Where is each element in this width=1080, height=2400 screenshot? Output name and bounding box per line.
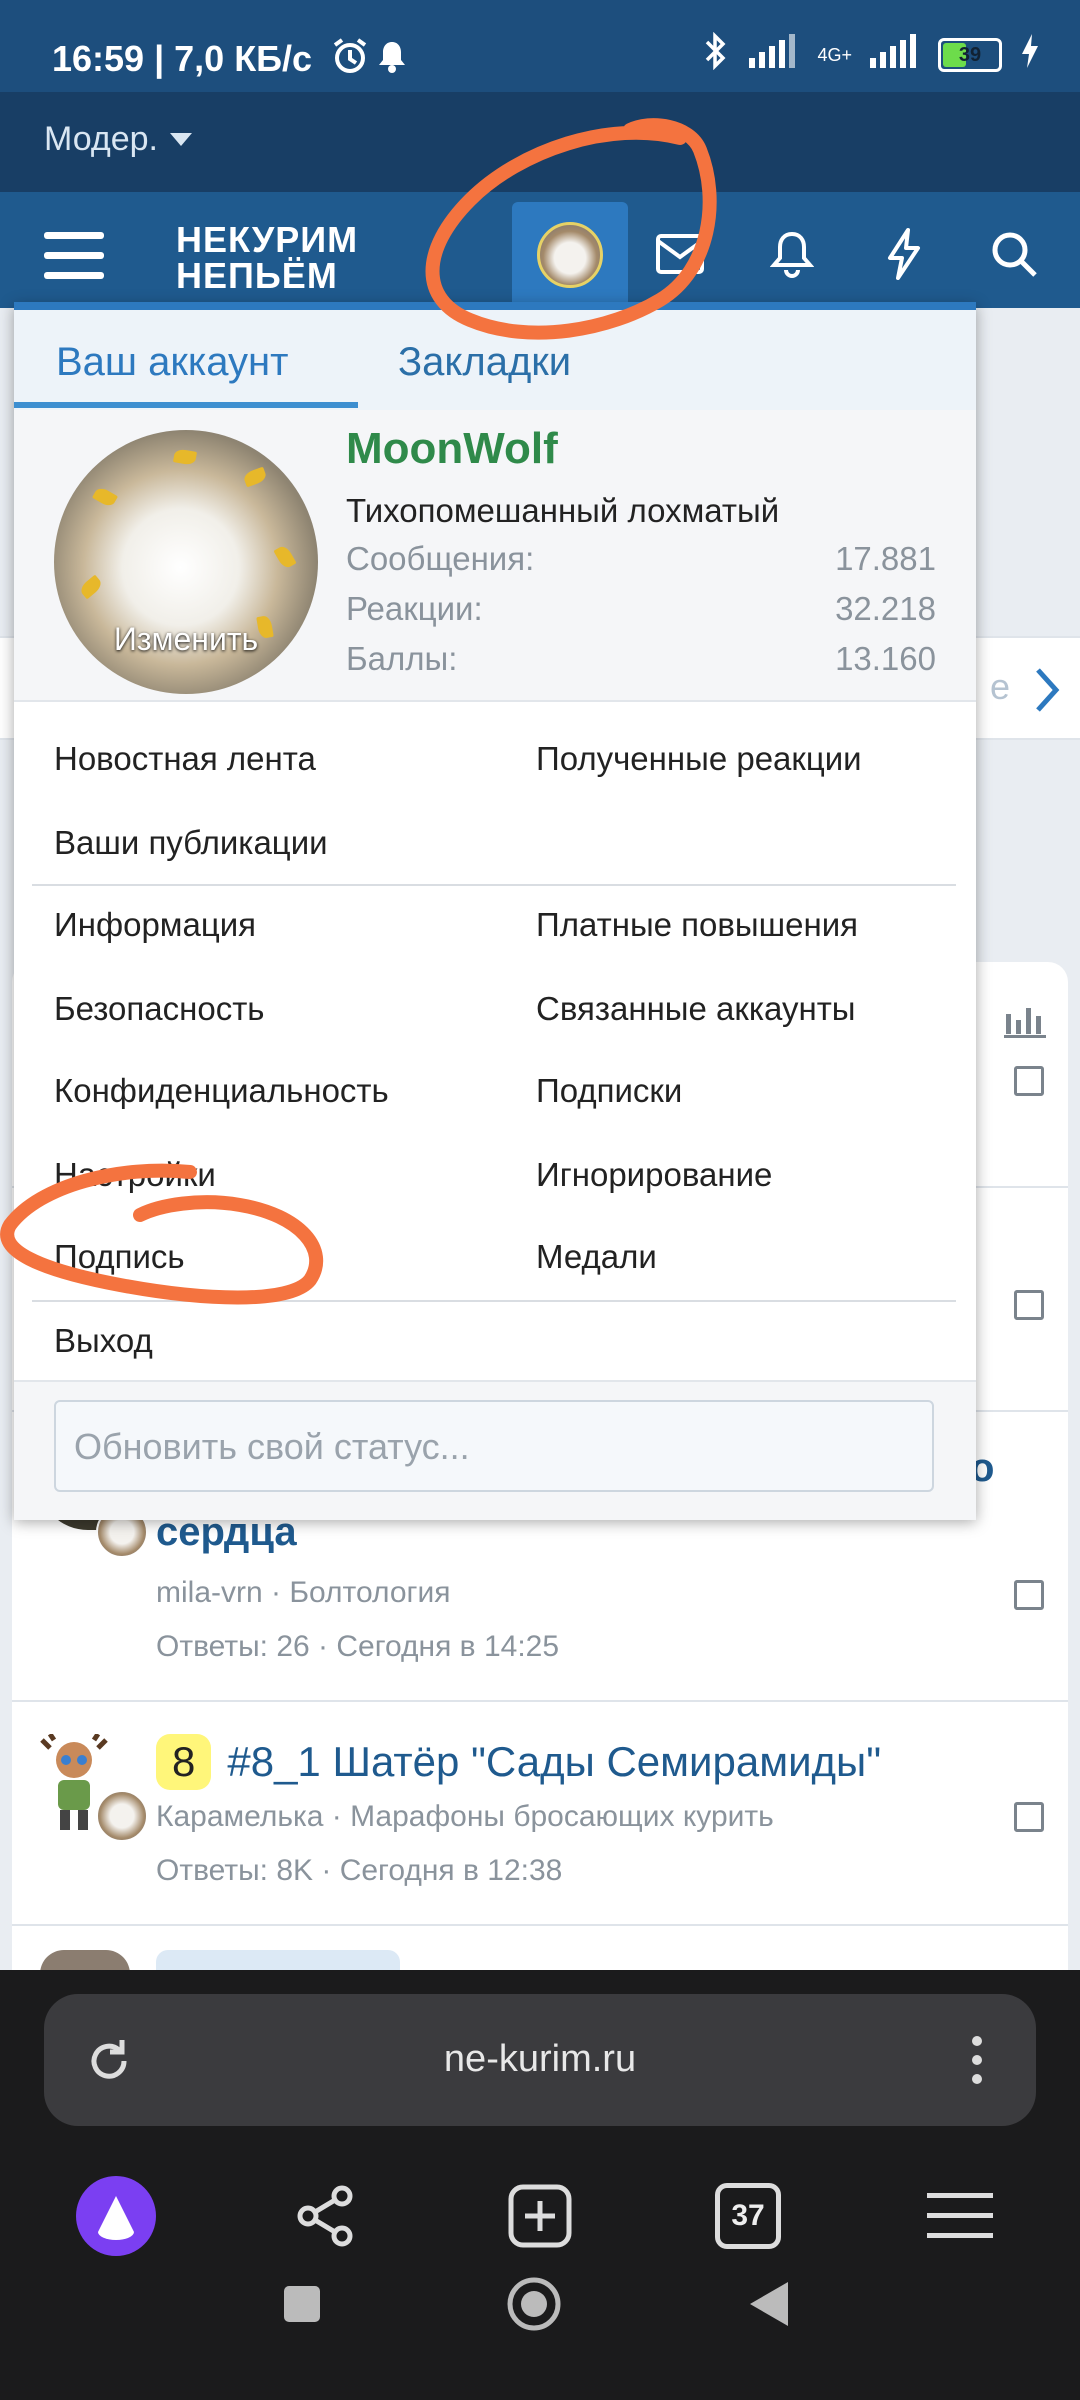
notification-bell-icon <box>374 38 410 79</box>
select-checkbox[interactable] <box>1014 1580 1044 1610</box>
tab-count: 37 <box>715 2183 781 2249</box>
chevron-down-icon <box>169 132 192 146</box>
search-icon[interactable] <box>976 216 1052 292</box>
stats-bar-icon <box>1004 1008 1046 1038</box>
stat-messages-value: 17.881 <box>835 540 936 577</box>
whats-new-bolt-icon[interactable] <box>866 216 942 292</box>
bluetooth-icon <box>701 31 731 78</box>
user-avatar-small <box>537 222 603 288</box>
url-text[interactable]: ne-kurim.ru <box>44 2038 1036 2081</box>
chevron-right-icon[interactable] <box>1032 666 1062 714</box>
tab-bookmarks[interactable]: Закладки <box>398 340 571 385</box>
user-title: Тихопомешанный лохматый <box>346 492 780 529</box>
status-right-group: 4G+ 39 <box>701 31 1040 78</box>
moderator-label: Модер. <box>44 120 158 158</box>
moderator-menu[interactable]: Модер. <box>44 120 192 159</box>
active-tab-indicator <box>14 402 358 408</box>
row-divider <box>12 1700 1068 1702</box>
stat-reactions-value: 32.218 <box>835 590 936 627</box>
battery-level: 39 <box>958 43 982 66</box>
select-checkbox[interactable] <box>1014 1290 1044 1320</box>
select-checkbox[interactable] <box>1014 1066 1044 1096</box>
nav-home-icon[interactable] <box>506 2276 562 2337</box>
tab-your-account[interactable]: Ваш аккаунт <box>56 340 288 385</box>
stat-messages-label: Сообщения: <box>346 540 535 577</box>
url-bar[interactable]: ne-kurim.ru <box>44 1994 1036 2126</box>
menu-reactions-received[interactable]: Полученные реакции <box>536 740 862 778</box>
menu-account-details[interactable]: Информация <box>54 906 256 944</box>
stat-reactions-label: Реакции: <box>346 590 483 627</box>
menu-logout[interactable]: Выход <box>54 1322 153 1360</box>
status-update-input[interactable]: Обновить свой статус... <box>54 1400 934 1492</box>
menu-account-upgrades[interactable]: Платные повышения <box>536 906 858 944</box>
profile-summary: Изменить MoonWolf Тихопомешанный лохматы… <box>14 410 976 702</box>
user-avatar-large[interactable]: Изменить <box>54 430 318 694</box>
menu-news-feed[interactable]: Новостная лента <box>54 740 316 778</box>
nav-back-icon[interactable] <box>748 2280 790 2333</box>
browser-toolbar: ne-kurim.ru 37 <box>0 1970 1080 2400</box>
last-poster-avatar[interactable] <box>96 1790 148 1842</box>
inbox-icon[interactable] <box>642 216 718 292</box>
thread-author-forum[interactable]: mila-vrn · Болтология <box>156 1576 450 1610</box>
signal-icon-2 <box>870 34 920 76</box>
stat-points-label: Баллы: <box>346 640 458 677</box>
moderator-bar: Модер. <box>0 92 1080 192</box>
select-checkbox[interactable] <box>1014 1802 1044 1832</box>
battery-icon: 39 <box>938 38 1002 72</box>
thread-title[interactable]: #8_1 Шатёр "Сады Семирамиды" <box>227 1738 881 1785</box>
logo-line2: НЕПЬЁМ <box>176 255 338 296</box>
site-header: НЕКУРИМ НЕПЬЁМ <box>0 192 1080 308</box>
menu-privacy[interactable]: Конфиденциальность <box>54 1072 389 1110</box>
account-popup: Ваш аккаунт Закладки Изменить MoonWolf Т… <box>14 302 976 1520</box>
change-avatar-link[interactable]: Изменить <box>54 621 318 658</box>
thread-replies-time: Ответы: 26 · Сегодня в 14:25 <box>156 1630 560 1663</box>
stat-points-value: 13.160 <box>835 640 936 677</box>
alerts-bell-icon[interactable] <box>754 216 830 292</box>
status-bar: 16:59 | 7,0 КБ/с 4G+ 39 <box>0 0 1080 92</box>
new-tab-icon[interactable] <box>494 2170 586 2262</box>
menu-medals[interactable]: Медали <box>536 1238 657 1276</box>
menu-connected-accounts[interactable]: Связанные аккаунты <box>536 990 856 1028</box>
menu-preferences[interactable]: Настройки <box>54 1156 216 1194</box>
row-divider <box>12 1924 1068 1926</box>
charging-icon <box>1020 34 1040 76</box>
signal-icon <box>749 34 799 76</box>
menu-your-content[interactable]: Ваши публикации <box>54 824 328 862</box>
username-link[interactable]: MoonWolf <box>346 424 558 474</box>
site-logo[interactable]: НЕКУРИМ НЕПЬЁМ <box>176 222 358 294</box>
status-time: 16:59 | 7,0 КБ/с <box>52 38 313 79</box>
share-icon[interactable] <box>280 2170 372 2262</box>
thread-replies-time: Ответы: 8K · Сегодня в 12:38 <box>156 1854 563 1887</box>
menu-following[interactable]: Подписки <box>536 1072 682 1110</box>
menu-hamburger-icon[interactable] <box>44 232 104 280</box>
alice-assistant-icon[interactable] <box>70 2170 162 2262</box>
more-vertical-icon[interactable] <box>970 2034 984 2086</box>
menu-signature[interactable]: Подпись <box>54 1238 185 1276</box>
menu-divider <box>32 884 956 886</box>
browser-menu-icon[interactable] <box>914 2170 1006 2262</box>
menu-divider <box>32 1300 956 1302</box>
menu-security[interactable]: Безопасность <box>54 990 265 1028</box>
tabs-counter-button[interactable]: 37 <box>702 2170 794 2262</box>
alarm-icon <box>330 36 370 81</box>
thread-author-forum[interactable]: Карамелька · Марафоны бросающих курить <box>156 1800 774 1834</box>
menu-ignoring[interactable]: Игнорирование <box>536 1156 772 1194</box>
popup-tabs: Ваш аккаунт Закладки <box>14 310 976 412</box>
network-type: 4G+ <box>817 45 852 65</box>
account-avatar-button[interactable] <box>512 202 628 308</box>
thread-prefix-badge[interactable]: 8 <box>156 1734 212 1790</box>
logo-line1: НЕКУРИМ <box>176 219 359 260</box>
nav-recents-icon[interactable] <box>282 2284 322 2329</box>
tab-strip-fragment: е <box>989 666 1010 707</box>
